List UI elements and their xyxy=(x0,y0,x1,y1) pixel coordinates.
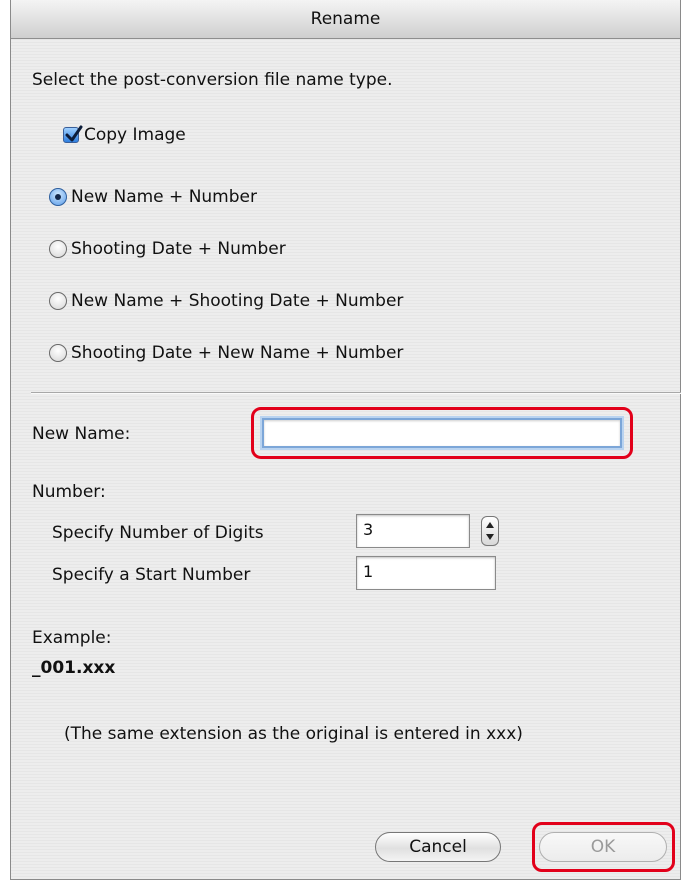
digits-stepper[interactable] xyxy=(481,516,499,546)
radio-label: Shooting Date + Number xyxy=(71,239,286,259)
radio-shooting-date-number[interactable]: Shooting Date + Number xyxy=(49,236,369,262)
radio-new-name-number[interactable]: New Name + Number xyxy=(49,184,349,210)
radio-unselected-icon xyxy=(49,240,67,258)
dialog-title: Rename xyxy=(11,0,680,39)
copy-image-label: Copy Image xyxy=(84,125,186,145)
extension-note: (The same extension as the original is e… xyxy=(64,724,523,744)
stepper-up-icon[interactable] xyxy=(486,522,494,528)
radio-unselected-icon xyxy=(49,344,67,362)
stepper-down-icon[interactable] xyxy=(486,534,494,540)
radio-label: Shooting Date + New Name + Number xyxy=(71,343,404,363)
radio-label: New Name + Number xyxy=(71,187,257,207)
radio-unselected-icon xyxy=(49,292,67,310)
ok-button[interactable]: OK xyxy=(539,832,667,862)
copy-image-checkbox[interactable]: Copy Image xyxy=(63,123,223,147)
rename-dialog: Rename Select the post-conversion file n… xyxy=(10,0,681,880)
checkmark-icon xyxy=(63,125,83,143)
digits-label: Specify Number of Digits xyxy=(52,523,264,543)
start-number-label: Specify a Start Number xyxy=(52,565,251,585)
cancel-button[interactable]: Cancel xyxy=(375,832,501,862)
radio-label: New Name + Shooting Date + Number xyxy=(71,291,404,311)
number-label: Number: xyxy=(32,482,106,502)
new-name-input[interactable] xyxy=(262,418,622,448)
start-number-value: 1 xyxy=(363,562,374,581)
example-label: Example: xyxy=(32,628,112,648)
instruction-text: Select the post-conversion file name typ… xyxy=(32,70,393,90)
separator xyxy=(31,392,681,393)
radio-new-name-shooting-date-number[interactable]: New Name + Shooting Date + Number xyxy=(49,288,469,314)
radio-selected-icon xyxy=(49,188,67,206)
digits-input[interactable]: 3 xyxy=(356,514,470,548)
start-number-input[interactable]: 1 xyxy=(356,556,496,590)
example-value: _001.xxx xyxy=(32,658,116,678)
radio-shooting-date-new-name-number[interactable]: Shooting Date + New Name + Number xyxy=(49,340,469,366)
new-name-label: New Name: xyxy=(32,424,131,444)
digits-value: 3 xyxy=(363,520,374,539)
